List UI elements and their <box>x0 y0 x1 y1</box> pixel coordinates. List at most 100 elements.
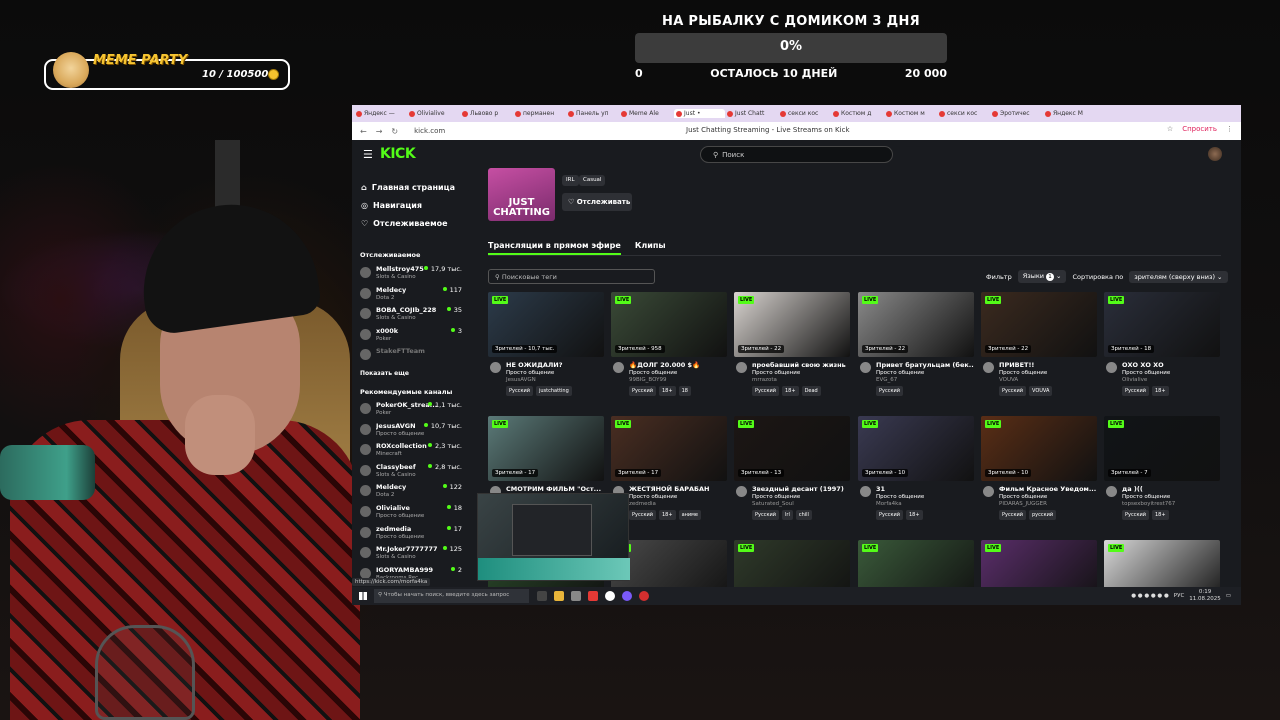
stream-card[interactable]: LIVE Зрителей - 18 ОХО ХО ХО Просто общение… <box>1104 292 1220 400</box>
stream-thumbnail[interactable]: LIVE Зрителей - 17 <box>611 416 727 481</box>
browser-tab[interactable]: Костюм д <box>833 110 884 117</box>
stream-tag[interactable]: 18+ <box>659 510 676 520</box>
streamer-name[interactable]: Saturated_Soul <box>752 501 794 507</box>
stream-tag[interactable]: justchatting <box>536 386 572 396</box>
sidebar-channel[interactable]: Olivialive Просто общение 18 <box>360 503 464 523</box>
stream-card[interactable]: LIVE <box>981 540 1097 605</box>
hamburger-menu-icon[interactable]: ☰ <box>363 148 373 161</box>
nav-browse[interactable]: ◎ Навигация <box>361 201 422 210</box>
stream-category[interactable]: Просто общение <box>876 494 924 500</box>
stream-tag[interactable]: 18+ <box>782 386 799 396</box>
stream-category[interactable]: Просто общение <box>752 370 800 376</box>
tray-icons[interactable]: ● ● ● ● ● ● <box>1131 593 1169 599</box>
stream-thumbnail[interactable]: LIVE Зрителей - 10 <box>858 416 974 481</box>
streamer-avatar[interactable] <box>860 486 871 497</box>
sidebar-channel[interactable]: Meldecy Dota 2 117 <box>360 285 464 305</box>
streamer-avatar[interactable] <box>613 362 624 373</box>
stream-tag[interactable]: 18+ <box>906 510 923 520</box>
nav-following[interactable]: ♡ Отслеживаемое <box>361 219 448 228</box>
sidebar-channel[interactable]: BOBA_COJIb_228 Slots & Casino 35 <box>360 305 464 325</box>
sidebar-channel[interactable]: Mr.Joker7777777 Slots & Casino 125 <box>360 544 464 564</box>
stream-title[interactable]: ЖЕСТЯНОЙ БАРАБАН <box>629 485 727 493</box>
sidebar-channel[interactable]: ROXcollection Minecraft 2,3 тыс. <box>360 441 464 461</box>
stream-tag[interactable]: Русский <box>876 510 903 520</box>
stream-tag[interactable]: Русский <box>629 510 656 520</box>
back-icon[interactable]: ← <box>360 127 367 136</box>
stream-title[interactable]: Фильм Красное Уведом... <box>999 485 1097 493</box>
tag-search-input[interactable]: ⚲ Поисковые теги <box>488 269 655 284</box>
bookmark-icon[interactable]: ☆ <box>1167 125 1173 133</box>
app-icon[interactable] <box>622 591 632 601</box>
stream-thumbnail[interactable]: LIVE Зрителей - 13 <box>734 416 850 481</box>
sidebar-channel[interactable]: Meldecy Dota 2 122 <box>360 482 464 502</box>
stream-card[interactable]: LIVE <box>734 540 850 605</box>
stream-tag[interactable]: Русский <box>1122 386 1149 396</box>
stream-title[interactable]: Привет братульцам (бек... <box>876 361 974 369</box>
stream-category[interactable]: Просто общение <box>629 370 677 376</box>
floating-preview-window[interactable] <box>477 493 630 581</box>
streamer-name[interactable]: topsexboyitrest767 <box>1122 501 1175 507</box>
stream-thumbnail[interactable]: LIVE Зрителей - 7 <box>1104 416 1220 481</box>
streamer-name[interactable]: Morfa4ka <box>876 501 902 507</box>
task-view-icon[interactable] <box>537 591 547 601</box>
file-explorer-icon[interactable] <box>554 591 564 601</box>
browser-tab[interactable]: Яндекс М <box>1045 110 1096 117</box>
browser-tab[interactable]: Панель уп <box>568 110 619 117</box>
stream-card[interactable]: LIVE Зрителей - 22 ПРИВЕТ!! Просто общение V… <box>981 292 1097 400</box>
yandex-browser-icon[interactable] <box>605 591 615 601</box>
stream-tag[interactable]: Русский <box>876 386 903 396</box>
sidebar-channel[interactable]: x000k Poker 3 <box>360 326 464 346</box>
streamer-avatar[interactable] <box>490 362 501 373</box>
stream-tag[interactable]: Русский <box>999 510 1026 520</box>
stream-card[interactable]: LIVE Зрителей - 10,7 тыс. НЕ ОЖИДАЛИ? Прост… <box>488 292 604 400</box>
streamer-avatar[interactable] <box>983 486 994 497</box>
streamer-name[interactable]: Olivialive <box>1122 377 1147 383</box>
streamer-avatar[interactable] <box>983 362 994 373</box>
streamer-avatar[interactable] <box>736 362 747 373</box>
stream-title[interactable]: 🔥ДОЛГ 20.000 $🔥 <box>629 361 727 369</box>
windows-start-icon[interactable] <box>359 592 367 600</box>
streamer-name[interactable]: EVG_67 <box>876 377 897 383</box>
streamer-name[interactable]: VOUVA <box>999 377 1018 383</box>
browser-tab[interactable]: Львово р <box>462 110 513 117</box>
browser-tab[interactable]: секси кос <box>939 110 990 117</box>
streamer-name[interactable]: zedmedia <box>629 501 656 507</box>
stream-tag[interactable]: аниме <box>678 510 701 520</box>
stream-tag[interactable]: 18+ <box>1152 510 1169 520</box>
stream-tag[interactable]: VOUVA <box>1029 386 1053 396</box>
stream-title[interactable]: СМОТРИМ ФИЛЬМ "Ост... <box>506 485 604 493</box>
stream-category[interactable]: Просто общение <box>752 494 800 500</box>
stream-title[interactable]: Звездный десант (1997) <box>752 485 850 493</box>
forward-icon[interactable]: → <box>376 127 383 136</box>
stream-card[interactable]: LIVE <box>858 540 974 605</box>
streamer-name[interactable]: 99BIG_BOY99 <box>629 377 666 383</box>
ask-button[interactable]: Спросить <box>1182 125 1217 133</box>
browser-tab[interactable]: секси кос <box>780 110 831 117</box>
stream-thumbnail[interactable]: LIVE Зрителей - 18 <box>1104 292 1220 357</box>
stream-category[interactable]: Просто общение <box>1122 494 1170 500</box>
obs-icon[interactable] <box>639 591 649 601</box>
streamer-avatar[interactable] <box>860 362 871 373</box>
show-more-link[interactable]: Показать еще <box>360 370 409 377</box>
languages-dropdown[interactable]: Языки 1 ⌄ <box>1017 270 1067 283</box>
browser-tab[interactable]: Meme Ale <box>621 110 672 117</box>
sidebar-channel[interactable]: StakeFTTeam <box>360 346 464 366</box>
sidebar-channel[interactable]: PokerOK_strea... Poker 1,1 тыс. <box>360 400 464 420</box>
stream-tag[interactable]: русский <box>1029 510 1057 520</box>
stream-thumbnail[interactable]: LIVE Зрителей - 22 <box>734 292 850 357</box>
stream-tag[interactable]: 18+ <box>659 386 676 396</box>
streamer-avatar[interactable] <box>1106 486 1117 497</box>
sidebar-channel[interactable]: JesusAVGN Просто общение 10,7 тыс. <box>360 421 464 441</box>
stream-card[interactable]: LIVE Зрителей - 7 да )((Просто общение tops… <box>1104 416 1220 524</box>
category-tag-irl[interactable]: IRL <box>562 175 579 186</box>
stream-category[interactable]: Просто общение <box>999 370 1047 376</box>
language-indicator[interactable]: РУС <box>1174 593 1185 599</box>
stream-category[interactable]: Просто общение <box>999 494 1047 500</box>
streamer-name[interactable]: mrrazota <box>752 377 777 383</box>
stream-tag[interactable]: lrl <box>782 510 793 520</box>
stream-title[interactable]: НЕ ОЖИДАЛИ? <box>506 361 604 369</box>
stream-category[interactable]: Просто общение <box>876 370 924 376</box>
stream-card[interactable]: LIVE Зрителей - 13 Звездный десант (1997) П… <box>734 416 850 524</box>
stream-tag[interactable]: 18 <box>678 386 691 396</box>
follow-category-button[interactable]: ♡ Отслеживать <box>562 193 632 211</box>
